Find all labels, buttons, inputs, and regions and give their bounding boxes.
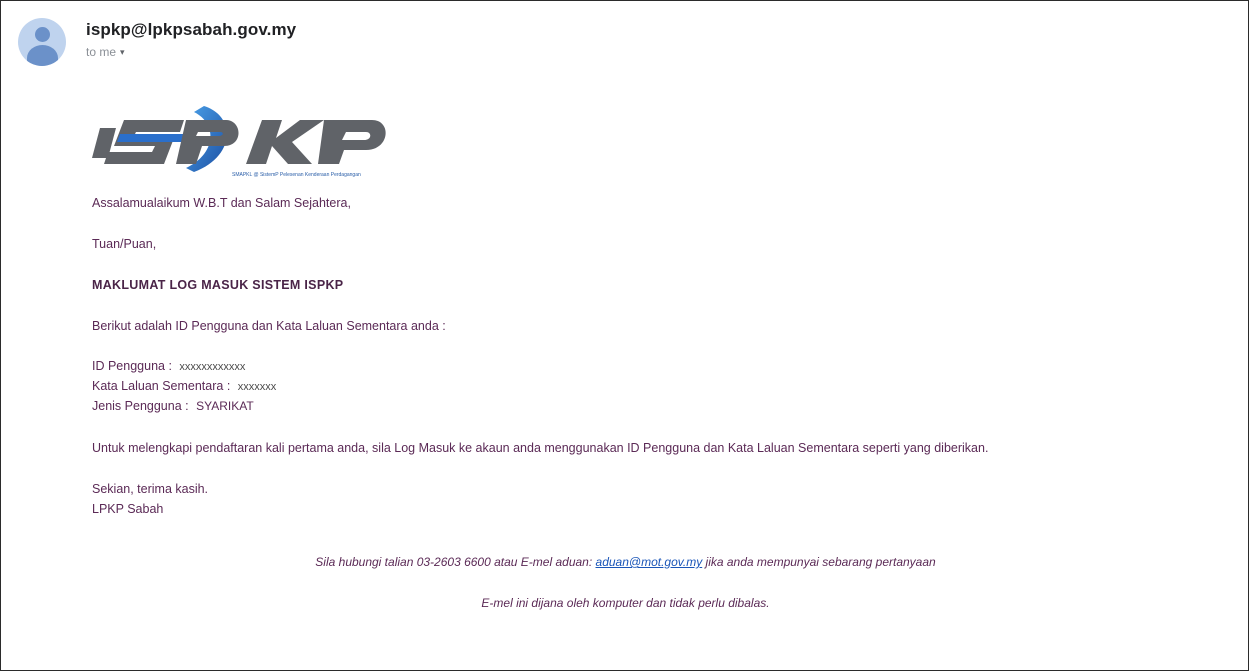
closing-text: Sekian, terima kasih. (92, 482, 209, 496)
logo-tagline: SMAPKL @ SistemP Pelesenan Kenderaan Per… (232, 172, 361, 178)
intro-text: Berikut adalah ID Pengguna dan Kata Lalu… (92, 319, 446, 333)
signature-text: LPKP Sabah (92, 502, 164, 516)
instruction-text: Untuk melengkapi pendaftaran kali pertam… (92, 441, 989, 455)
contact-prefix: Sila hubungi talian 03-2603 6600 atau E-… (315, 555, 596, 569)
user-type-value: SYARIKAT (196, 399, 254, 413)
sender-avatar[interactable] (18, 18, 66, 66)
complaint-email-link[interactable]: aduan@mot.gov.my (596, 555, 703, 569)
avatar-head (35, 27, 50, 42)
temp-password-value: xxxxxxx (237, 381, 277, 393)
email-message-frame: ispkp@lpkpsabah.gov.my to me ▾ SMAPKL @ … (0, 0, 1249, 671)
contact-footer: Sila hubungi talian 03-2603 6600 atau E-… (1, 555, 1249, 569)
login-info-heading: MAKLUMAT LOG MASUK SISTEM ISPKP (92, 278, 344, 292)
avatar-body (27, 45, 58, 66)
ispkp-logo: SMAPKL @ SistemP Pelesenan Kenderaan Per… (92, 106, 386, 178)
temp-password-row: Kata Laluan Sementara : xxxxxxx (92, 379, 276, 393)
recipient-details-toggle[interactable]: to me ▾ (86, 45, 125, 59)
caret-down-icon[interactable]: ▾ (120, 47, 125, 58)
user-type-row: Jenis Pengguna : SYARIKAT (92, 399, 254, 413)
temp-password-label: Kata Laluan Sementara : (92, 379, 231, 393)
user-id-label: ID Pengguna : (92, 359, 172, 373)
user-id-value: xxxxxxxxxxxx (179, 361, 246, 373)
greeting-text: Assalamualaikum W.B.T dan Salam Sejahter… (92, 196, 351, 210)
sender-email[interactable]: ispkp@lpkpsabah.gov.my (86, 20, 296, 40)
user-type-label: Jenis Pengguna : (92, 399, 189, 413)
contact-suffix: jika anda mempunyai sebarang pertanyaan (702, 555, 936, 569)
auto-generated-notice: E-mel ini dijana oleh komputer dan tidak… (481, 596, 770, 610)
user-id-row: ID Pengguna : xxxxxxxxxxxx (92, 359, 245, 373)
salutation-text: Tuan/Puan, (92, 237, 157, 251)
recipient-label: to me (86, 45, 117, 59)
